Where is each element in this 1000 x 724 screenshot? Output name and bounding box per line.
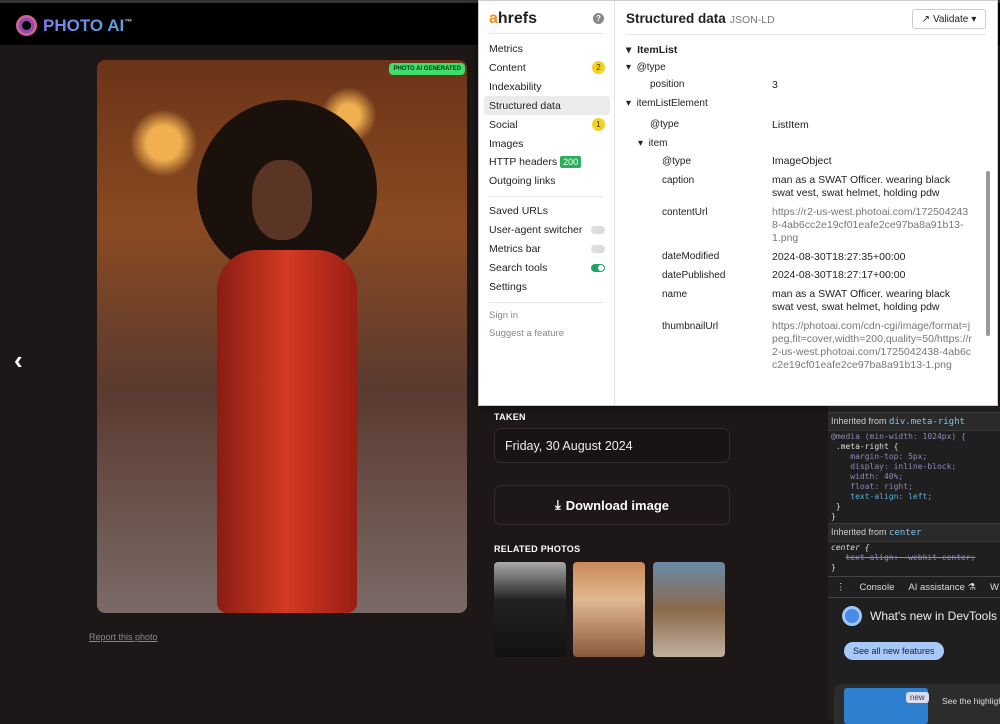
- nav-social[interactable]: Social 1: [484, 115, 610, 134]
- key-datepublished: datePublished: [662, 270, 726, 281]
- nav-structured-data[interactable]: Structured data: [484, 96, 610, 115]
- key-item-type: @type: [662, 156, 692, 167]
- divider: [489, 33, 603, 34]
- ahrefs-extension-popup: ahrefs ? Metrics Content 2 Indexability S…: [478, 0, 998, 406]
- value-listitem: ListItem: [772, 119, 809, 131]
- key-name: name: [662, 289, 688, 300]
- download-image-button[interactable]: ⤓ Download image: [494, 485, 730, 525]
- chrome-icon: [842, 606, 862, 626]
- key-caption: caption: [662, 175, 695, 186]
- related-photo-2[interactable]: [573, 562, 645, 657]
- help-icon[interactable]: ?: [593, 13, 604, 24]
- key-thumbnailurl: thumbnailUrl: [662, 321, 719, 332]
- value-contenturl[interactable]: https://r2-us-west.photoai.com/172504243…: [772, 206, 972, 245]
- whats-new-heading: What's new in DevTools: [842, 606, 997, 626]
- value-caption: man as a SWAT Officer. wearing black swa…: [772, 174, 951, 199]
- photo-face: [252, 160, 312, 240]
- tree-node-type[interactable]: ▾ @type: [626, 62, 666, 73]
- value-name: man as a SWAT Officer. wearing black swa…: [772, 288, 951, 313]
- nav-http-headers[interactable]: HTTP headers 200: [484, 152, 610, 171]
- generated-badge: PHOTO AI GENERATED: [389, 63, 465, 75]
- nav-settings[interactable]: Settings: [484, 277, 610, 296]
- structured-data-panel: Structured data JSON-LD ↗ Validate ▾ ▾ Item…: [616, 1, 997, 405]
- tree-node-item[interactable]: ▾ item: [638, 138, 667, 149]
- value-position: 3: [772, 79, 778, 91]
- previous-photo-chevron-icon[interactable]: ‹: [14, 345, 23, 376]
- download-label: Download image: [565, 497, 670, 513]
- sign-in-link[interactable]: Sign in: [484, 306, 610, 325]
- social-count-badge: 1: [592, 118, 605, 131]
- logo-text: PHOTO AI: [43, 15, 125, 35]
- nav-metrics-bar[interactable]: Metrics bar: [484, 239, 610, 258]
- related-photo-3[interactable]: [653, 562, 725, 657]
- nav-search-tools[interactable]: Search tools: [484, 258, 610, 277]
- search-tools-toggle[interactable]: [591, 263, 605, 272]
- trademark: ™: [124, 16, 133, 26]
- download-icon: ⤓: [554, 497, 561, 512]
- tree-node-itemlistelement[interactable]: ▾ itemListElement: [626, 98, 708, 109]
- highlights-card[interactable]: new See the highlights: [834, 684, 1000, 724]
- metrics-bar-toggle[interactable]: [591, 244, 605, 253]
- inherited-header: Inherited from div.meta-right: [828, 412, 1000, 431]
- devtools-drawer-tabs: ⋮ Console AI assistance ⚗ W: [828, 576, 1000, 598]
- value-imageobject: ImageObject: [772, 155, 832, 167]
- photo-ai-logo[interactable]: PHOTO AI™: [16, 15, 132, 36]
- css-rule-center: center { text-align: -webkit-center; }: [831, 543, 976, 572]
- value-thumbnailurl[interactable]: https://photoai.com/cdn-cgi/image/format…: [772, 320, 972, 372]
- tree-node-itemlist[interactable]: ▾ ItemList: [626, 44, 677, 56]
- new-badge: new: [906, 692, 929, 703]
- value-datemodified: 2024-08-30T18:27:35+00:00: [772, 251, 906, 263]
- ahrefs-logo: ahrefs: [489, 10, 538, 27]
- see-all-features-button[interactable]: See all new features: [844, 642, 944, 660]
- scrollbar[interactable]: [986, 171, 990, 336]
- nav-outgoing-links[interactable]: Outgoing links: [484, 171, 610, 190]
- key-position: position: [650, 79, 685, 90]
- key-datemodified: dateModified: [662, 251, 720, 262]
- related-photo-1[interactable]: [494, 562, 566, 657]
- suggest-feature-link[interactable]: Suggest a feature: [484, 324, 610, 343]
- divider: [489, 196, 603, 197]
- nav-content[interactable]: Content 2: [484, 58, 610, 77]
- format-label: JSON-LD: [729, 14, 775, 26]
- key-type: @type: [650, 119, 680, 130]
- panel-title: Structured data JSON-LD: [626, 11, 775, 26]
- external-link-icon: ↗: [921, 13, 930, 25]
- ahrefs-sidebar: ahrefs ? Metrics Content 2 Indexability S…: [479, 1, 615, 405]
- logo-swirl-icon: [16, 15, 37, 36]
- tab-whats-new[interactable]: W: [990, 582, 999, 593]
- taken-label: TAKEN: [494, 412, 526, 422]
- divider: [489, 302, 603, 303]
- main-photo: PHOTO AI GENERATED: [97, 60, 467, 613]
- css-rule-meta-right: @media (min-width: 1024px) { .meta-right…: [831, 432, 966, 521]
- value-datepublished: 2024-08-30T18:27:17+00:00: [772, 269, 906, 281]
- devtools-panel: Inherited from div.meta-right @media (mi…: [828, 406, 1000, 724]
- photo-red-dress: [217, 250, 357, 613]
- highlights-text: See the highlights: [942, 696, 1000, 706]
- nav-images[interactable]: Images: [484, 134, 610, 153]
- tab-console[interactable]: Console: [860, 582, 895, 593]
- nav-user-agent-switcher[interactable]: User-agent switcher: [484, 220, 610, 239]
- nav-metrics[interactable]: Metrics: [484, 39, 610, 58]
- status-200-badge: 200: [560, 155, 582, 168]
- tab-ai-assistance[interactable]: AI assistance ⚗: [908, 582, 976, 593]
- drawer-menu-icon[interactable]: ⋮: [836, 582, 846, 593]
- nav-indexability[interactable]: Indexability: [484, 77, 610, 96]
- dropdown-caret-icon: ▾: [971, 13, 977, 25]
- key-contenturl: contentUrl: [662, 207, 708, 218]
- taken-date: Friday, 30 August 2024: [494, 428, 730, 463]
- report-photo-link[interactable]: Report this photo: [89, 632, 158, 642]
- nav-saved-urls[interactable]: Saved URLs: [484, 201, 610, 220]
- user-agent-toggle[interactable]: [591, 225, 605, 234]
- content-count-badge: 2: [592, 61, 605, 74]
- validate-button[interactable]: ↗ Validate ▾: [912, 9, 986, 29]
- inherited-header-center: Inherited from center: [828, 523, 1000, 542]
- related-photos-label: RELATED PHOTOS: [494, 544, 581, 554]
